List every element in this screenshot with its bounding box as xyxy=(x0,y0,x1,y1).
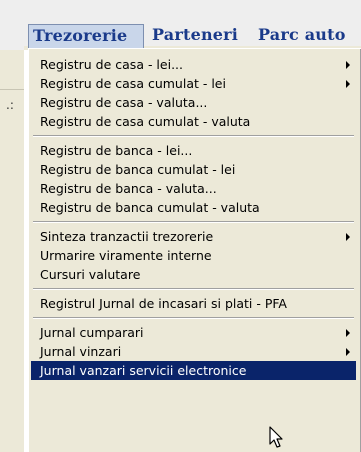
submenu-arrow-icon xyxy=(346,233,350,241)
menu-item[interactable]: Cursuri valutare xyxy=(31,265,356,284)
submenu-arrow-icon xyxy=(346,80,350,88)
menu-separator xyxy=(33,317,354,319)
menu-item[interactable]: Registru de casa - valuta... xyxy=(31,93,356,112)
menu-item[interactable]: Jurnal vanzari servicii electronice xyxy=(31,361,356,380)
menu-item-label: Jurnal vinzari xyxy=(40,344,122,359)
trezorerie-dropdown-menu: Registru de casa - lei... Registru de cas… xyxy=(28,48,361,452)
menu-item-label: Jurnal cumparari xyxy=(40,325,144,340)
menu-item[interactable]: Registrul Jurnal de incasari si plati - … xyxy=(31,294,356,313)
left-panel-header xyxy=(0,50,24,90)
menu-item-label: Urmarire viramente interne xyxy=(40,248,212,263)
left-panel-glyph: .: xyxy=(6,98,14,112)
menu-item[interactable]: Jurnal cumparari xyxy=(31,323,356,342)
menu-item-label: Registru de banca cumulat - valuta xyxy=(40,200,260,215)
menu-item-label: Sinteza tranzactii trezorerie xyxy=(40,229,214,244)
menu-bar: Trezorerie Parteneri Parc auto xyxy=(0,0,361,50)
menu-item-label: Registru de casa cumulat - valuta xyxy=(40,114,251,129)
menu-item-label: Cursuri valutare xyxy=(40,267,141,282)
submenu-arrow-icon xyxy=(346,348,350,356)
menu-item-label: Registru de casa - lei... xyxy=(40,57,183,72)
submenu-arrow-icon xyxy=(346,61,350,69)
menu-separator xyxy=(33,221,354,223)
menu-item-label: Registru de banca - lei... xyxy=(40,143,193,158)
menu-item-label: Registru de casa cumulat - lei xyxy=(40,76,226,91)
menu-item-label: Registru de banca - valuta... xyxy=(40,181,217,196)
menu-parc-auto[interactable]: Parc auto xyxy=(258,24,346,48)
menu-item-label: Registru de casa - valuta... xyxy=(40,95,208,110)
menu-item-label: Registru de banca cumulat - lei xyxy=(40,162,236,177)
menu-item[interactable]: Sinteza tranzactii trezorerie xyxy=(31,227,356,246)
menu-item[interactable]: Jurnal vinzari xyxy=(31,342,356,361)
menu-trezorerie[interactable]: Trezorerie xyxy=(28,24,144,48)
menu-item-label: Registrul Jurnal de incasari si plati - … xyxy=(40,296,287,311)
submenu-arrow-icon xyxy=(346,329,350,337)
menu-item[interactable]: Registru de banca cumulat - lei xyxy=(31,160,356,179)
menu-item-label: Jurnal vanzari servicii electronice xyxy=(40,363,247,378)
menu-separator xyxy=(33,135,354,137)
menu-item[interactable]: Registru de casa cumulat - lei xyxy=(31,74,356,93)
mouse-cursor-icon xyxy=(269,426,283,448)
menu-item[interactable]: Registru de casa cumulat - valuta xyxy=(31,112,356,131)
menu-item[interactable]: Registru de casa - lei... xyxy=(31,55,356,74)
menu-item[interactable]: Registru de banca - valuta... xyxy=(31,179,356,198)
menu-parteneri[interactable]: Parteneri xyxy=(152,24,238,48)
menu-item[interactable]: Urmarire viramente interne xyxy=(31,246,356,265)
menu-item[interactable]: Registru de banca - lei... xyxy=(31,141,356,160)
menu-separator xyxy=(33,288,354,290)
left-panel xyxy=(0,90,24,452)
menu-item[interactable]: Registru de banca cumulat - valuta xyxy=(31,198,356,217)
